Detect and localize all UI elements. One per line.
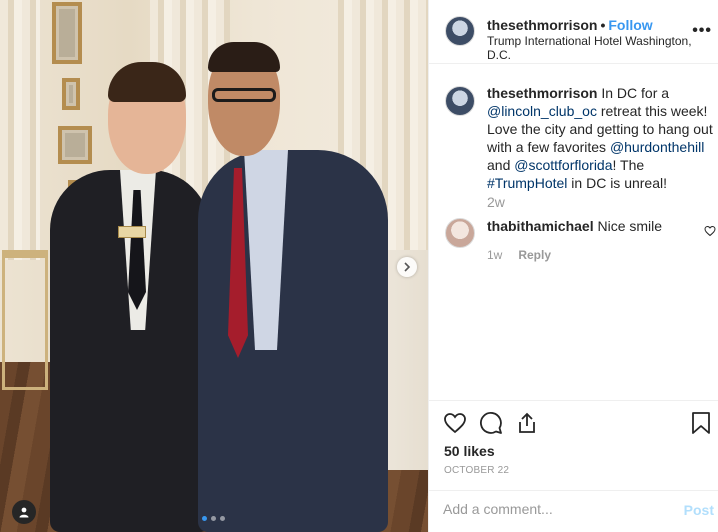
caption-username-link[interactable]: thesethmorrison: [487, 85, 597, 101]
post-sidebar: thesethmorrison • Follow Trump Internation…: [428, 0, 718, 532]
mention-link[interactable]: @lincoln_club_oc: [487, 103, 597, 119]
location-link[interactable]: Trump International Hotel Washington, D.…: [487, 34, 718, 62]
comments-section: thesethmorrison In DC for a @lincoln_clu…: [429, 64, 718, 400]
avatar[interactable]: [445, 16, 475, 46]
person-right-hair: [208, 42, 280, 72]
comment-icon: [480, 412, 502, 434]
post-date: OCTOBER 22: [444, 465, 510, 476]
caption-text-part: ! The: [612, 157, 645, 173]
post-comment-button[interactable]: Post: [684, 502, 714, 518]
carousel-dot-active: [202, 516, 207, 521]
chevron-right-icon: [404, 262, 411, 272]
comment-meta: 1w Reply: [487, 248, 551, 262]
caption-text-part: in DC is unreal!: [567, 175, 667, 191]
bookmark-icon: [692, 412, 710, 434]
heart-icon: [704, 225, 716, 237]
comment-like-button[interactable]: [704, 224, 716, 242]
like-button[interactable]: [443, 411, 467, 440]
post-header: thesethmorrison • Follow Trump Internation…: [429, 0, 718, 64]
comment-text: Nice smile: [597, 218, 663, 234]
caption-text-part: In DC for a: [597, 85, 670, 101]
user-tag-icon: [19, 507, 29, 518]
photo-chair: [2, 250, 48, 390]
caption-avatar[interactable]: [445, 86, 475, 116]
person-right-glasses: [212, 88, 276, 102]
reply-button[interactable]: Reply: [518, 248, 551, 262]
comment-timestamp: 1w: [487, 248, 503, 262]
mention-link[interactable]: @scottforflorida: [514, 157, 612, 173]
carousel-next-button[interactable]: [397, 257, 417, 277]
person-right-suit: [198, 150, 388, 532]
share-icon: [519, 412, 535, 433]
mention-link[interactable]: @hurdonthehill: [610, 139, 704, 155]
post-photo[interactable]: [0, 0, 428, 532]
photo-wall-frame: [52, 2, 82, 64]
header-separator: •: [600, 17, 606, 33]
header-username-link[interactable]: thesethmorrison: [487, 17, 597, 33]
add-comment-bar: Post: [429, 490, 718, 532]
comment-item: thabithamichael Nice smile: [487, 218, 662, 234]
likes-count[interactable]: 50 likes: [444, 443, 495, 459]
carousel-dot: [220, 516, 225, 521]
save-button[interactable]: [690, 411, 712, 440]
share-button[interactable]: [515, 411, 539, 440]
carousel-dot: [211, 516, 216, 521]
comment-button[interactable]: [479, 411, 503, 440]
photo-wall-frame: [62, 78, 80, 110]
caption-text-part: and: [487, 157, 515, 173]
heart-icon: [444, 413, 466, 434]
photo-curtain: [0, 0, 40, 260]
caption-timestamp: 2w: [487, 194, 505, 210]
comment-input[interactable]: [443, 501, 663, 517]
header-user-line: thesethmorrison • Follow: [487, 17, 653, 33]
caption-text: thesethmorrison In DC for a @lincoln_clu…: [487, 84, 717, 192]
photo-wall-frame: [58, 126, 92, 164]
follow-button[interactable]: Follow: [608, 17, 652, 33]
commenter-avatar[interactable]: [445, 218, 475, 248]
user-tag-button[interactable]: [12, 500, 36, 524]
carousel-indicator: [202, 516, 225, 521]
person-left-name-badge: [118, 226, 146, 238]
post-actions: 50 likes OCTOBER 22: [429, 400, 718, 496]
comment-username-link[interactable]: thabithamichael: [487, 218, 594, 234]
hashtag-link[interactable]: #TrumpHotel: [487, 175, 567, 191]
more-options-button[interactable]: •••: [692, 22, 712, 40]
